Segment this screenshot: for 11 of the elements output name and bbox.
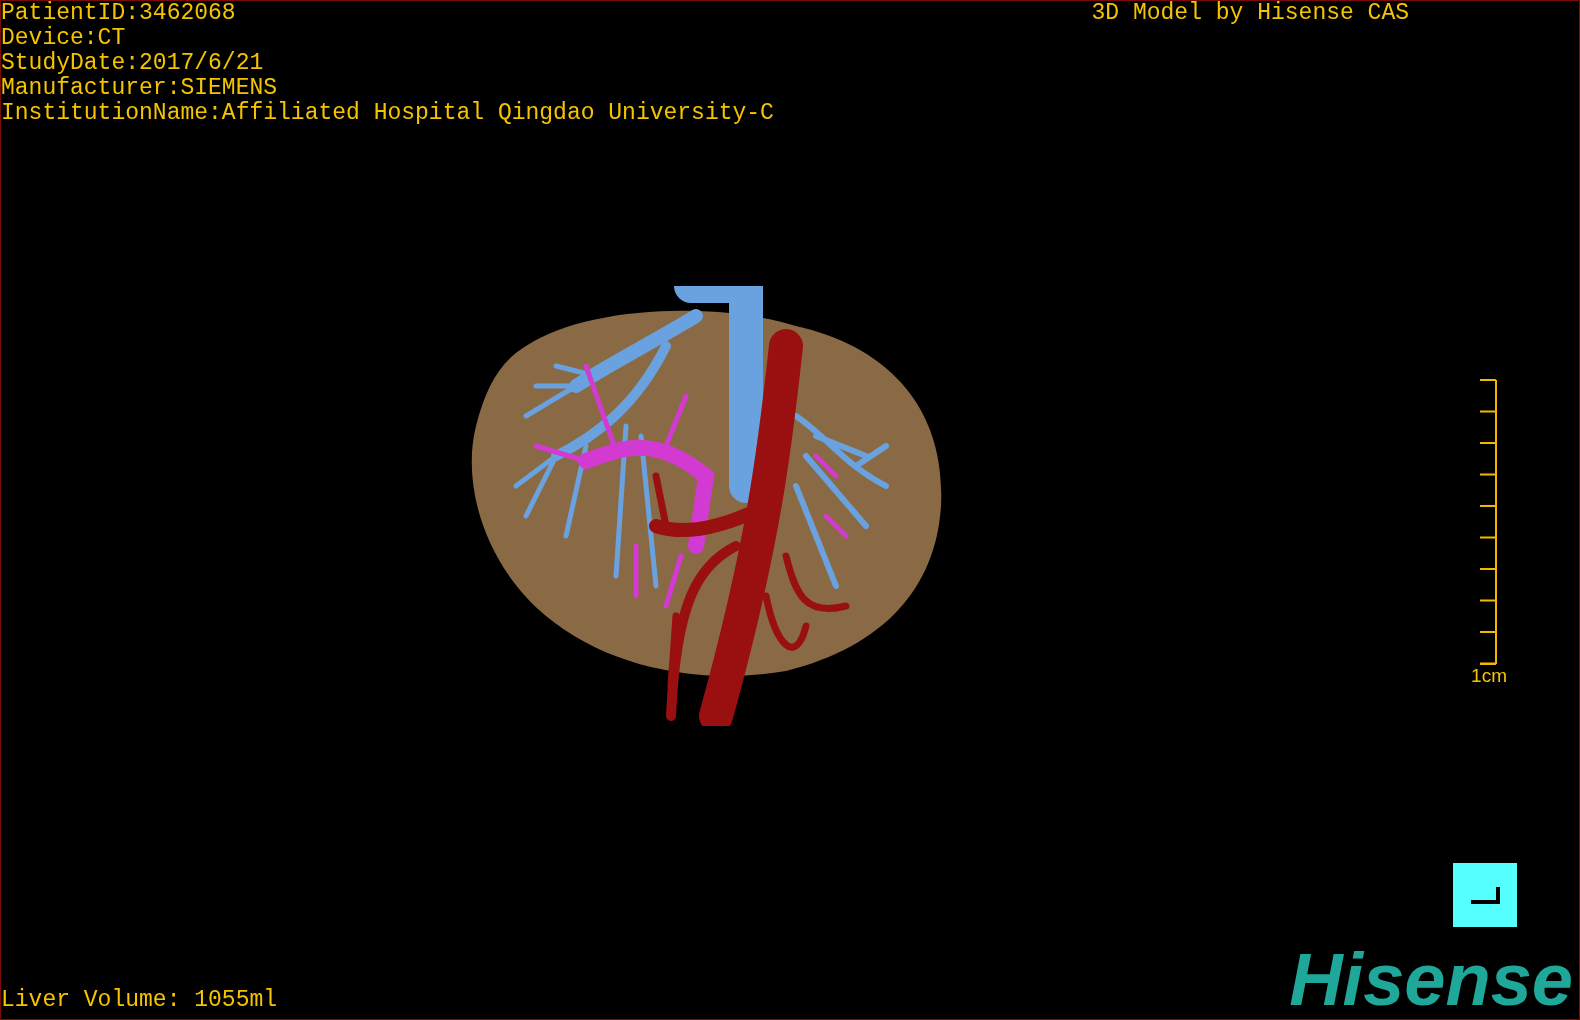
patient-info-text: Device:CT <box>1 26 127 51</box>
patient-info-text: Manufacturer:SIEMENS <box>1 76 279 101</box>
liver-volume-text: Liver Volume: 1055ml <box>1 988 278 1013</box>
patient-info-text: StudyDate:2017/6/21 <box>1 51 265 76</box>
corner-icon <box>1469 885 1501 905</box>
view-toggle-button[interactable] <box>1453 863 1517 927</box>
model-credit-text: 3D Model by Hisense CAS <box>1091 1 1409 26</box>
logo-text: Hisense <box>1289 941 1573 1019</box>
patient-info-text: InstitutionName:Affiliated Hospital Qingdao University-C <box>1 101 774 126</box>
patient-info-text: PatientID:3462068 <box>1 1 237 26</box>
scale-label: 1cm <box>1471 665 1507 687</box>
